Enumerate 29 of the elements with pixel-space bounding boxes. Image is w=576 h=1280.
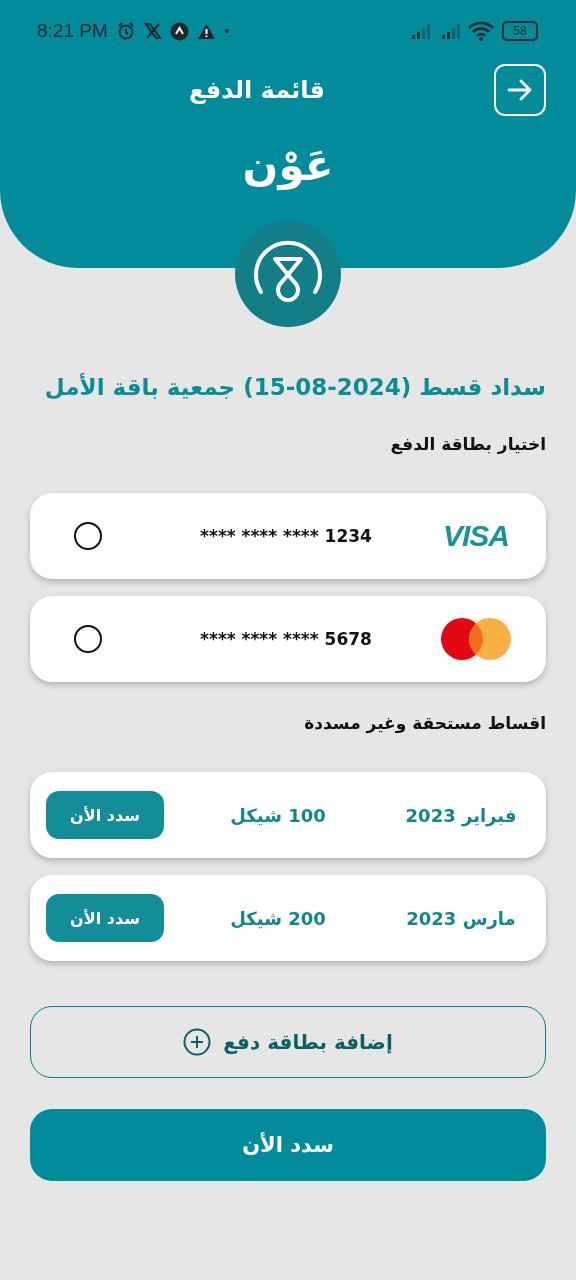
screen-title: قائمة الدفع: [188, 76, 326, 104]
section-heading: اختيار بطاقة الدفع: [389, 433, 546, 457]
installment-amount: 200 شيكل: [229, 907, 327, 929]
arrow-right-icon: [507, 79, 533, 101]
battery-level: 58: [513, 25, 527, 37]
warning-icon: [196, 22, 216, 40]
card-number: **** **** **** 5678: [199, 629, 373, 649]
plus-icon: [183, 1028, 212, 1056]
radio-button[interactable]: [74, 522, 102, 550]
notification-dot-icon: [223, 28, 230, 34]
visa-logo: VISA: [443, 519, 509, 553]
section-heading: اقساط مستحقة وغير مسددة: [303, 712, 546, 736]
radio-button[interactable]: [74, 625, 102, 653]
add-card-button[interactable]: إضافة بطاقة دفع: [30, 1006, 546, 1078]
x-icon: [143, 22, 162, 40]
installment-month: مارس 2023: [405, 907, 517, 929]
installment-amount: 100 شيكل: [229, 804, 327, 826]
status-time: 8:21 PM: [37, 20, 108, 42]
app-logo-text: عَوْن: [241, 140, 335, 193]
back-button[interactable]: [494, 64, 546, 116]
app-logo-icon: [235, 221, 341, 327]
wifi-icon: [468, 21, 494, 41]
pay-now-button[interactable]: سدد الأن: [30, 1109, 546, 1181]
card-number: **** **** **** 1234: [199, 526, 373, 546]
app-icon: [169, 21, 189, 41]
pay-now-button[interactable]: سدد الأن: [46, 894, 164, 942]
installment-month: فبراير 2023: [404, 804, 518, 826]
pay-now-button[interactable]: سدد الأن: [46, 791, 164, 839]
mastercard-logo-icon: [440, 617, 512, 661]
